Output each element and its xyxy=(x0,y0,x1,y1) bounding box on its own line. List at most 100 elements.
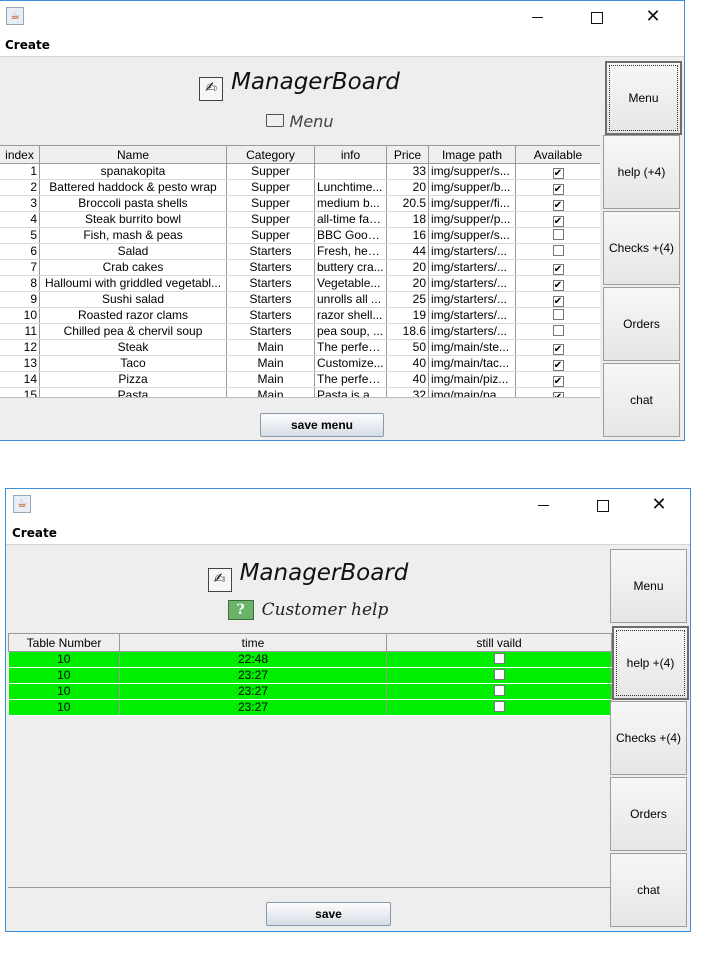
info-cell[interactable]: BBC Good... xyxy=(314,227,387,244)
column-header-category[interactable]: Category xyxy=(226,145,315,164)
side-button-menu[interactable]: Menu xyxy=(610,549,687,623)
index-cell[interactable]: 5 xyxy=(0,227,40,244)
category-cell[interactable]: Starters xyxy=(226,259,315,276)
available-checkbox[interactable]: ✔ xyxy=(552,216,564,227)
name-cell[interactable]: Roasted razor clams xyxy=(39,307,227,324)
help-request-row[interactable]: 10 23:27 xyxy=(8,699,612,716)
name-cell[interactable]: spanakopita xyxy=(39,163,227,180)
index-cell[interactable]: 1 xyxy=(0,163,40,180)
image-path-cell[interactable]: img/starters/... xyxy=(428,275,516,292)
category-cell[interactable]: Supper xyxy=(226,227,315,244)
help-requests-table[interactable]: Table Number time still vaild 10 22:48 10 2… xyxy=(8,633,612,716)
still-valid-checkbox[interactable] xyxy=(493,685,505,696)
category-cell[interactable]: Supper xyxy=(226,195,315,212)
table-number-cell[interactable]: 10 xyxy=(8,667,120,684)
category-cell[interactable]: Supper xyxy=(226,211,315,228)
save-menu-button[interactable]: save menu xyxy=(260,413,384,437)
price-cell[interactable]: 20 xyxy=(386,179,429,196)
image-path-cell[interactable]: img/supper/s... xyxy=(428,227,516,244)
save-button[interactable]: save xyxy=(266,902,391,926)
time-cell[interactable]: 23:27 xyxy=(119,683,387,700)
close-button[interactable]: ✕ xyxy=(630,1,676,32)
side-button-checks[interactable]: Checks +(4) xyxy=(603,211,680,285)
table-number-cell[interactable]: 10 xyxy=(8,651,120,668)
menu-create[interactable]: Create xyxy=(12,526,57,540)
menu-create[interactable]: Create xyxy=(5,38,50,52)
still-valid-checkbox[interactable] xyxy=(493,653,505,664)
menu-table[interactable]: index Name Category info Price Image pat… xyxy=(0,145,600,397)
info-cell[interactable]: Pasta is a ... xyxy=(314,387,387,397)
table-row[interactable]: 4 Steak burrito bowl Supper all-time fav...… xyxy=(0,211,600,228)
column-header-info[interactable]: info xyxy=(314,145,387,164)
minimize-button[interactable] xyxy=(520,489,566,520)
table-row[interactable]: 5 Fish, mash & peas Supper BBC Good... 16 img… xyxy=(0,227,600,244)
maximize-button[interactable] xyxy=(580,489,626,520)
help-table-scrollpane[interactable]: Table Number time still vaild 10 22:48 10 2… xyxy=(8,633,612,888)
info-cell[interactable]: all-time fav... xyxy=(314,211,387,228)
info-cell[interactable]: The perfec... xyxy=(314,339,387,356)
table-row[interactable]: 9 Sushi salad Starters unrolls all ... 25 img… xyxy=(0,291,600,308)
info-cell[interactable]: medium b... xyxy=(314,195,387,212)
name-cell[interactable]: Broccoli pasta shells xyxy=(39,195,227,212)
available-checkbox[interactable] xyxy=(552,325,564,336)
close-button[interactable]: ✕ xyxy=(636,489,682,520)
time-cell[interactable]: 23:27 xyxy=(119,699,387,716)
available-checkbox[interactable]: ✔ xyxy=(552,392,564,397)
name-cell[interactable]: Sushi salad xyxy=(39,291,227,308)
name-cell[interactable]: Pizza xyxy=(39,371,227,388)
index-cell[interactable]: 7 xyxy=(0,259,40,276)
info-cell[interactable]: Fresh, hea... xyxy=(314,243,387,260)
category-cell[interactable]: Main xyxy=(226,355,315,372)
info-cell[interactable]: The perfec... xyxy=(314,371,387,388)
index-cell[interactable]: 10 xyxy=(0,307,40,324)
available-checkbox[interactable]: ✔ xyxy=(552,264,564,275)
category-cell[interactable]: Supper xyxy=(226,163,315,180)
side-button-help[interactable]: help +(4) xyxy=(612,626,689,700)
table-row[interactable]: 6 Salad Starters Fresh, hea... 44 img/starter… xyxy=(0,243,600,260)
name-cell[interactable]: Fish, mash & peas xyxy=(39,227,227,244)
time-cell[interactable]: 23:27 xyxy=(119,667,387,684)
info-cell[interactable]: unrolls all ... xyxy=(314,291,387,308)
price-cell[interactable]: 40 xyxy=(386,355,429,372)
index-cell[interactable]: 15 xyxy=(0,387,40,397)
price-cell[interactable]: 32 xyxy=(386,387,429,397)
name-cell[interactable]: Steak burrito bowl xyxy=(39,211,227,228)
side-button-orders[interactable]: Orders xyxy=(610,777,687,851)
available-checkbox[interactable] xyxy=(552,309,564,320)
column-header-time[interactable]: time xyxy=(119,633,387,652)
table-row[interactable]: 8 Halloumi with griddled vegetabl... Start… xyxy=(0,275,600,292)
column-header-table-number[interactable]: Table Number xyxy=(8,633,120,652)
name-cell[interactable]: Salad xyxy=(39,243,227,260)
available-checkbox[interactable]: ✔ xyxy=(552,200,564,211)
index-cell[interactable]: 3 xyxy=(0,195,40,212)
image-path-cell[interactable]: img/starters/... xyxy=(428,291,516,308)
help-request-row[interactable]: 10 22:48 xyxy=(8,651,612,668)
available-checkbox[interactable]: ✔ xyxy=(552,344,564,355)
table-number-cell[interactable]: 10 xyxy=(8,699,120,716)
image-path-cell[interactable]: img/supper/s... xyxy=(428,163,516,180)
category-cell[interactable]: Supper xyxy=(226,179,315,196)
info-cell[interactable]: Vegetable... xyxy=(314,275,387,292)
side-button-menu[interactable]: Menu xyxy=(605,61,682,135)
image-path-cell[interactable]: img/starters/... xyxy=(428,307,516,324)
column-header-name[interactable]: Name xyxy=(39,145,227,164)
table-row[interactable]: 3 Broccoli pasta shells Supper medium b... 2… xyxy=(0,195,600,212)
category-cell[interactable]: Starters xyxy=(226,275,315,292)
info-cell[interactable]: Customize... xyxy=(314,355,387,372)
table-row[interactable]: 10 Roasted razor clams Starters razor shell… xyxy=(0,307,600,324)
price-cell[interactable]: 18.6 xyxy=(386,323,429,340)
price-cell[interactable]: 50 xyxy=(386,339,429,356)
category-cell[interactable]: Starters xyxy=(226,323,315,340)
time-cell[interactable]: 22:48 xyxy=(119,651,387,668)
image-path-cell[interactable]: img/starters/... xyxy=(428,323,516,340)
price-cell[interactable]: 44 xyxy=(386,243,429,260)
column-header-image-path[interactable]: Image path xyxy=(428,145,516,164)
index-cell[interactable]: 13 xyxy=(0,355,40,372)
name-cell[interactable]: Chilled pea & chervil soup xyxy=(39,323,227,340)
image-path-cell[interactable]: img/starters/... xyxy=(428,243,516,260)
table-row[interactable]: 13 Taco Main Customize... 40 img/main/tac... ✔ xyxy=(0,355,600,372)
menu-table-scrollpane[interactable]: index Name Category info Price Image pat… xyxy=(0,145,600,398)
info-cell[interactable]: buttery cra... xyxy=(314,259,387,276)
column-header-still-valid[interactable]: still vaild xyxy=(386,633,612,652)
table-row[interactable]: 7 Crab cakes Starters buttery cra... 20 img/s… xyxy=(0,259,600,276)
